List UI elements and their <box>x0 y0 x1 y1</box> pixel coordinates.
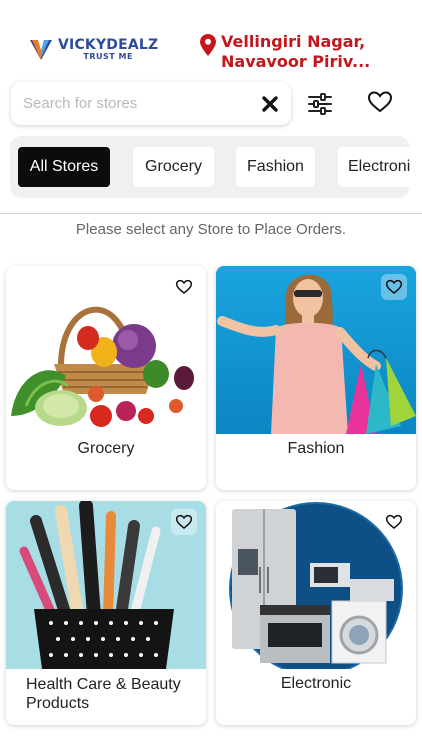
location-line-2: Navavoor Piriv... <box>221 52 371 71</box>
favorite-button[interactable] <box>171 509 197 535</box>
map-pin-icon <box>200 34 216 56</box>
search-input[interactable] <box>23 82 253 125</box>
heart-icon <box>385 279 403 294</box>
location-line-1: Vellingiri Nagar, <box>221 32 366 51</box>
favorite-button[interactable] <box>381 509 407 535</box>
heart-icon <box>175 279 193 294</box>
store-card-label: Health Care & Beauty Products <box>26 676 181 712</box>
brand-name: VICKYDEALZ <box>58 36 159 53</box>
category-tabs: All Stores Grocery Fashion Electronic <box>10 136 410 198</box>
store-card-label: Electronic <box>280 675 352 692</box>
brand-logo-mark-icon <box>30 40 52 60</box>
favorite-button[interactable] <box>381 274 407 300</box>
tab-fashion[interactable]: Fashion <box>236 147 315 187</box>
store-card-fashion[interactable]: Fashion <box>216 266 416 490</box>
store-card-label: Grocery <box>77 440 135 457</box>
tab-all-stores[interactable]: All Stores <box>18 147 110 187</box>
app-header: VICKYDEALZ TRUST ME Vellingiri Nagar, Na… <box>0 0 422 78</box>
store-card-label: Fashion <box>287 440 345 457</box>
store-card-health-beauty[interactable]: Health Care & Beauty Products <box>6 501 206 725</box>
heart-icon <box>175 514 193 529</box>
brand-logo: VICKYDEALZ TRUST ME <box>28 36 158 62</box>
location-selector[interactable]: Vellingiri Nagar, Navavoor Piriv... <box>200 32 370 72</box>
store-card-electronic[interactable]: Electronic <box>216 501 416 725</box>
store-card-grocery[interactable]: Grocery <box>6 266 206 490</box>
favorite-button[interactable] <box>171 274 197 300</box>
tab-electronic[interactable]: Electronic <box>338 147 410 187</box>
heart-icon <box>385 514 403 529</box>
brand-tagline: TRUST ME <box>83 51 133 61</box>
close-icon[interactable] <box>261 95 279 113</box>
divider <box>0 213 422 214</box>
heart-icon[interactable] <box>367 90 393 114</box>
tab-grocery[interactable]: Grocery <box>133 147 214 187</box>
sliders-icon[interactable] <box>307 92 333 116</box>
instruction-text: Please select any Store to Place Orders. <box>75 221 347 238</box>
search-box <box>11 82 291 125</box>
